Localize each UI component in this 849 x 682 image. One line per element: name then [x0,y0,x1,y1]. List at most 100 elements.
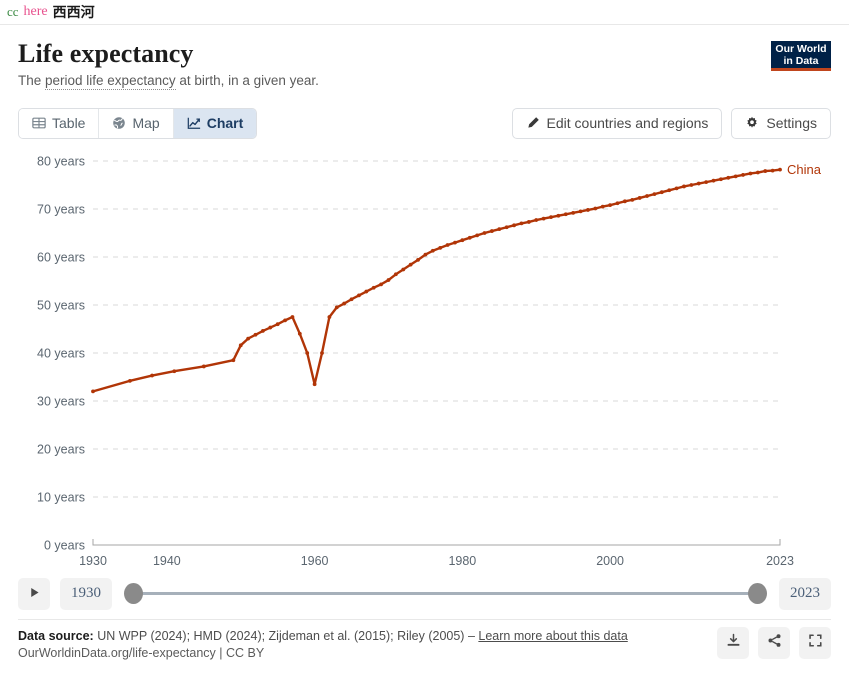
series-point[interactable] [504,224,509,229]
series-point[interactable] [305,350,310,355]
series-point[interactable] [652,191,657,196]
series-point[interactable] [763,168,768,173]
line-chart-svg[interactable]: 0 years 10 years 20 years 30 years 40 years 5… [18,149,831,569]
series-point[interactable] [704,179,709,184]
share-button[interactable] [758,626,790,659]
series-point[interactable] [297,331,302,336]
series-point[interactable] [733,174,738,178]
series-point[interactable] [726,175,731,180]
series-point[interactable] [334,305,339,309]
settings-button[interactable]: Settings [731,107,831,139]
series-point[interactable] [371,285,376,290]
tab-chart[interactable]: Chart [173,108,257,138]
series-point[interactable] [600,204,605,209]
series-point[interactable] [460,237,465,242]
download-button[interactable] [717,626,749,659]
series-point[interactable] [586,207,590,212]
series-line[interactable] [91,168,782,393]
series-point[interactable] [261,328,265,333]
series-label-china[interactable]: China [787,162,822,177]
series-point[interactable] [571,210,576,215]
series-point[interactable] [755,170,760,175]
topbar-site-name[interactable]: 西西河 [53,2,95,22]
series-point[interactable] [748,171,753,176]
series-point[interactable] [534,217,539,222]
series-point[interactable] [719,176,723,181]
series-point[interactable] [128,378,132,383]
owid-logo[interactable]: Our World in Data [771,41,831,71]
series-point[interactable] [401,267,406,272]
series-point[interactable] [349,296,354,301]
tab-map[interactable]: Map [99,108,174,138]
chart-plot-area[interactable]: 0 years 10 years 20 years 30 years 40 years 5… [18,149,831,569]
series-point[interactable] [475,233,480,237]
edit-countries-button[interactable]: Edit countries and regions [511,107,723,139]
series-point[interactable] [445,242,450,247]
series-point[interactable] [615,200,620,205]
series-point[interactable] [593,206,598,211]
tab-table[interactable]: Table [19,108,100,138]
series-point[interactable] [659,189,664,194]
series-point[interactable] [563,212,568,216]
learn-more-link[interactable]: Learn more about this data [478,629,627,643]
series-point[interactable] [711,178,716,183]
series-point[interactable] [519,221,524,225]
series-point[interactable] [268,325,273,330]
series-point[interactable] [674,186,679,190]
series-point[interactable] [467,235,472,240]
series-point[interactable] [91,389,95,393]
time-range-slider[interactable] [124,578,767,610]
series-point[interactable] [430,248,435,253]
series-point[interactable] [645,193,649,198]
series-point[interactable] [238,343,243,347]
series-point[interactable] [386,277,391,282]
series-point[interactable] [497,226,502,231]
series-point[interactable] [438,245,443,250]
series-point[interactable] [379,282,383,286]
series-point[interactable] [393,272,398,276]
series-point[interactable] [231,357,236,362]
series-point[interactable] [741,172,745,177]
slider-rail[interactable] [134,592,757,596]
slider-handle-end[interactable] [748,583,767,605]
series-point[interactable] [549,214,553,219]
series-point[interactable] [150,373,154,378]
end-year-box[interactable]: 2023 [779,577,831,610]
series-point[interactable] [423,252,428,257]
series-point[interactable] [283,318,287,322]
series-point[interactable] [526,219,531,224]
series-point[interactable] [637,195,642,200]
fullscreen-button[interactable] [799,626,831,659]
series-point[interactable] [172,368,177,373]
series-point[interactable] [408,262,413,267]
series-point[interactable] [246,336,251,341]
series-point[interactable] [689,182,694,187]
series-point[interactable] [357,293,361,297]
series-point[interactable] [201,364,206,368]
series-point[interactable] [320,350,324,355]
topbar-here-link[interactable]: here [24,4,48,20]
series-point[interactable] [667,188,672,192]
series-point[interactable] [512,223,516,227]
series-point[interactable] [541,216,546,221]
series-point[interactable] [253,332,258,337]
series-point[interactable] [364,289,369,294]
series-point[interactable] [453,240,457,245]
slider-handle-start[interactable] [124,583,143,605]
start-year-box[interactable]: 1930 [60,577,112,610]
series-point[interactable] [490,228,494,233]
play-button[interactable] [18,577,50,610]
series-point[interactable] [342,301,347,306]
series-point[interactable] [778,167,782,172]
period-life-expectancy-link[interactable]: period life expectancy [45,73,176,91]
series-point[interactable] [770,168,775,173]
series-point[interactable] [556,213,561,218]
series-point[interactable] [696,181,701,186]
series-point[interactable] [327,314,332,319]
series-point[interactable] [682,184,686,188]
series-point[interactable] [275,321,280,326]
series-point[interactable] [622,199,627,203]
topbar-cc-label[interactable]: cc [7,4,19,20]
series-point[interactable] [578,209,583,213]
series-point[interactable] [630,197,635,202]
